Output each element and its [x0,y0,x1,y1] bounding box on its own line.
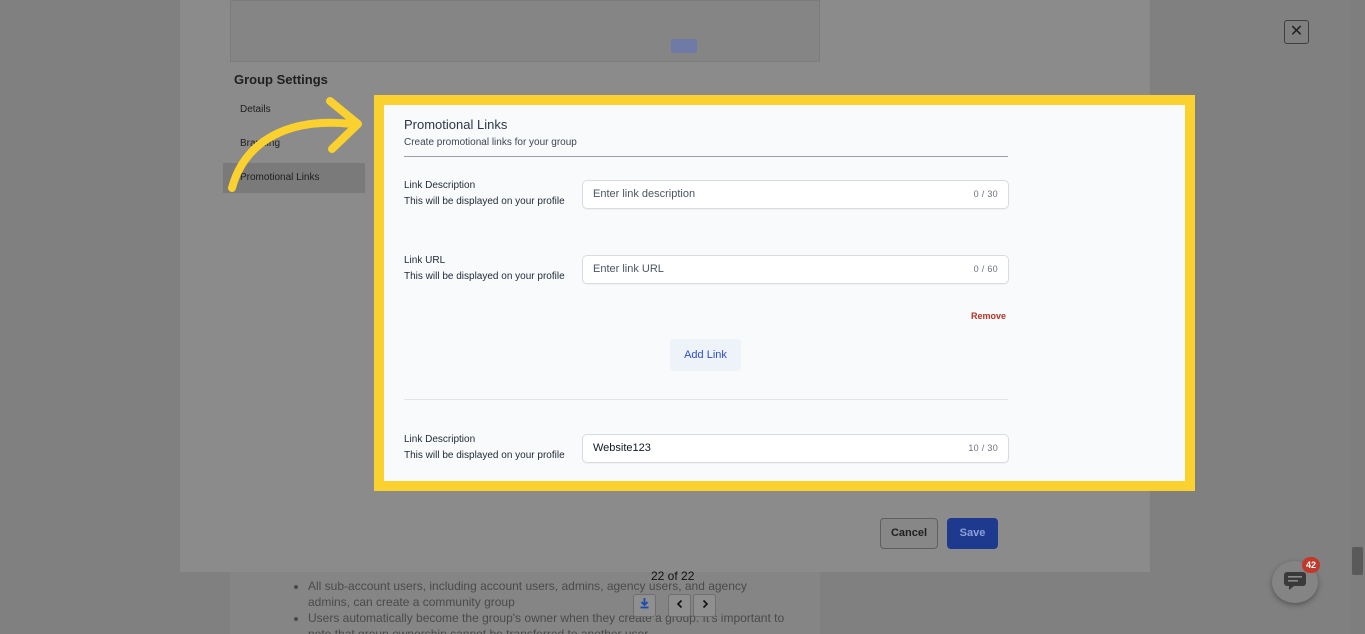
field-help-text: This will be displayed on your profile [404,196,565,207]
background-card-top [230,0,820,62]
divider [404,156,1008,157]
doc-bullet: All sub-account users, including account… [308,578,790,610]
input-placeholder: Enter link description [593,188,696,200]
add-link-button[interactable]: Add Link [670,339,741,371]
page-counter: 22 of 22 [651,569,695,583]
input-value: Website123 [593,442,651,454]
previous-page-button[interactable] [668,594,691,617]
panel-title: Promotional Links [404,117,508,132]
scrollbar-thumb[interactable] [1352,547,1363,575]
chevron-right-icon [701,598,709,612]
input-placeholder: Enter link URL [593,263,664,275]
divider [404,399,1008,400]
link-url-input[interactable]: Enter link URL 0 / 60 [582,255,1009,284]
cancel-button[interactable]: Cancel [880,518,938,549]
panel-subtitle: Create promotional links for your group [404,137,577,148]
save-button[interactable]: Save [947,518,998,549]
close-icon: ✕ [1289,23,1304,40]
doc-bullet: Users automatically become the group's o… [308,610,790,634]
character-counter: 0 / 30 [973,189,998,199]
field-help-text: This will be displayed on your profile [404,450,565,461]
group-settings-title: Group Settings [234,72,328,87]
character-counter: 0 / 60 [973,264,998,274]
link-description-input[interactable]: Enter link description 0 / 30 [582,180,1009,209]
download-button[interactable] [633,594,656,617]
link-description-input[interactable]: Website123 10 / 30 [582,434,1009,463]
close-button[interactable]: ✕ [1284,20,1309,44]
remove-link-button[interactable]: Remove [971,311,1006,321]
download-icon [639,598,650,612]
field-label: Link URL [404,255,446,266]
field-label: Link Description [404,180,476,191]
character-counter: 10 / 30 [968,443,998,453]
field-help-text: This will be displayed on your profile [404,271,565,282]
chat-notification-badge: 42 [1302,557,1320,573]
next-page-button[interactable] [693,594,716,617]
chat-icon [1284,572,1306,590]
page-scrollbar[interactable] [1351,0,1365,634]
promotional-links-panel: Promotional Links Create promotional lin… [384,105,1185,481]
background-save [671,39,697,53]
pointer-arrow-icon [228,97,362,192]
chevron-left-icon [676,598,684,612]
field-label: Link Description [404,434,476,445]
